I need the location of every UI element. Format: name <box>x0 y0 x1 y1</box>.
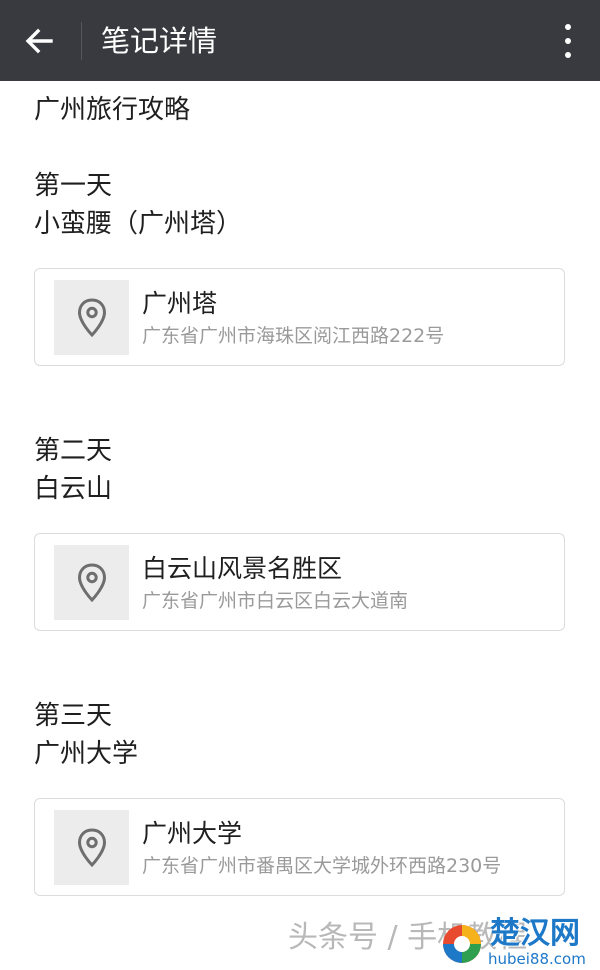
more-options-button[interactable] <box>560 20 576 62</box>
app-bar: 笔记详情 <box>0 0 600 81</box>
location-address: 广东省广州市白云区白云大道南 <box>142 590 409 612</box>
header-divider <box>81 22 82 60</box>
note-title: 广州旅行攻略 <box>34 95 191 125</box>
location-icon-box <box>54 280 129 355</box>
day-label: 第二天 <box>34 436 113 466</box>
location-address: 广东省广州市番禺区大学城外环西路230号 <box>142 855 502 877</box>
back-button[interactable] <box>14 18 64 64</box>
location-pin-icon <box>77 827 106 867</box>
location-name: 广州大学 <box>142 819 243 848</box>
location-name: 白云山风景名胜区 <box>142 554 343 583</box>
more-dot <box>565 52 571 58</box>
location-card[interactable]: 广州大学 广东省广州市番禺区大学城外环西路230号 <box>34 798 565 896</box>
location-pin-icon <box>77 562 106 602</box>
more-dot <box>565 38 571 44</box>
location-pin-icon <box>77 297 106 337</box>
location-card[interactable]: 白云山风景名胜区 广东省广州市白云区白云大道南 <box>34 533 565 631</box>
location-icon-box <box>54 545 129 620</box>
day-spot: 白云山 <box>34 474 113 504</box>
day-spot: 广州大学 <box>34 739 139 769</box>
location-name: 广州塔 <box>142 289 218 318</box>
day-label: 第一天 <box>34 171 113 201</box>
logo-text: 楚汉网 <box>490 916 580 951</box>
day-label: 第三天 <box>34 701 113 731</box>
logo-domain: hubei88.com <box>488 950 586 968</box>
logo-globe-icon <box>443 925 481 963</box>
location-icon-box <box>54 810 129 885</box>
location-card[interactable]: 广州塔 广东省广州市海珠区阅江西路222号 <box>34 268 565 366</box>
more-vertical-icon <box>565 24 571 30</box>
location-address: 广东省广州市海珠区阅江西路222号 <box>142 325 445 347</box>
site-logo: 楚汉网 hubei88.com <box>438 916 598 968</box>
arrow-left-icon <box>25 28 53 54</box>
day-spot: 小蛮腰（广州塔） <box>34 209 243 239</box>
page-title: 笔记详情 <box>101 24 218 58</box>
